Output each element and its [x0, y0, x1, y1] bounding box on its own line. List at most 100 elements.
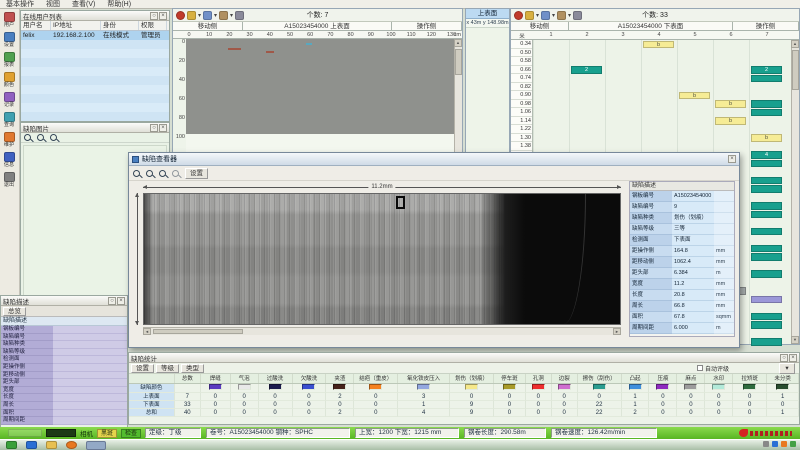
- defect-cell[interactable]: b: [679, 92, 710, 100]
- defect-cell[interactable]: [751, 160, 782, 168]
- zoom-icon[interactable]: [37, 134, 44, 141]
- viewer-horizontal-scrollbar[interactable]: ◄ ►: [143, 327, 621, 335]
- scrollbar-thumb[interactable]: [792, 50, 799, 90]
- checkbox-icon[interactable]: [697, 365, 703, 371]
- property-row[interactable]: 距操作侧164.8mm: [630, 246, 734, 257]
- zoom-icon[interactable]: [24, 134, 31, 141]
- tab-overview[interactable]: 总览: [3, 307, 26, 316]
- property-row[interactable]: 距移动侧1062.4mm: [630, 257, 734, 268]
- defect-cell[interactable]: 4: [751, 151, 782, 159]
- defect-mark[interactable]: [266, 51, 274, 53]
- close-icon[interactable]: ×: [159, 12, 167, 20]
- auto-grade-checkbox[interactable]: 自动评级: [697, 364, 729, 373]
- taskbar-browser-icon[interactable]: [26, 441, 37, 449]
- defect-cell[interactable]: [751, 100, 782, 108]
- toolbar-item[interactable]: 查询: [3, 112, 15, 129]
- defect-cell[interactable]: 2: [571, 66, 602, 74]
- tray-icon[interactable]: [772, 441, 778, 447]
- defect-cell[interactable]: b: [751, 134, 782, 142]
- defect-cell[interactable]: [751, 202, 782, 210]
- toolbar-item[interactable]: 颜色: [3, 72, 15, 89]
- pin-icon[interactable]: ○: [780, 354, 788, 362]
- defect-cell[interactable]: [751, 338, 782, 346]
- property-label: 周期间距: [630, 323, 672, 334]
- menu-item[interactable]: 查看(V): [66, 0, 101, 9]
- defect-mark[interactable]: [228, 48, 241, 50]
- defect-cell[interactable]: [751, 228, 782, 236]
- user-row[interactable]: felix192.168.2.100在线模式管理员: [21, 31, 169, 40]
- toolbar-item[interactable]: 信息: [3, 152, 15, 169]
- property-row[interactable]: 检测面下表面: [630, 235, 734, 246]
- pin-icon[interactable]: ○: [108, 297, 116, 305]
- zoom-icon[interactable]: [50, 134, 57, 141]
- defect-cell[interactable]: [751, 177, 782, 185]
- stats-tab-等级[interactable]: 等级: [156, 364, 179, 373]
- zoom-reset-icon[interactable]: [172, 170, 179, 177]
- pin-icon[interactable]: ○: [150, 12, 158, 20]
- property-row[interactable]: 缺陷种类划伤（划痕）: [630, 213, 734, 224]
- taskbar-active-app[interactable]: [86, 441, 106, 450]
- property-row[interactable]: 距头部6.384m: [630, 268, 734, 279]
- scrollbar-thumb[interactable]: [153, 329, 243, 334]
- toolbar-item[interactable]: 用户: [3, 12, 15, 29]
- close-icon[interactable]: ×: [159, 124, 167, 132]
- close-icon[interactable]: ×: [117, 297, 125, 305]
- property-row[interactable]: 缺陷编号9: [630, 202, 734, 213]
- property-row[interactable]: 宽度11.2mm: [630, 279, 734, 290]
- defect-mark[interactable]: [306, 43, 312, 45]
- tray-icon[interactable]: [763, 441, 769, 447]
- defect-cell[interactable]: [751, 253, 782, 261]
- toolbar-item[interactable]: 记录: [3, 92, 15, 109]
- menu-item[interactable]: 帮助(H): [101, 0, 137, 9]
- viewer-title-bar[interactable]: 缺陷查看器 ×: [129, 153, 739, 166]
- scrollbar-thumb[interactable]: [455, 49, 462, 75]
- scroll-down-icon[interactable]: ▼: [791, 336, 799, 344]
- scroll-up-icon[interactable]: ▲: [791, 40, 799, 48]
- stats-tab-设置[interactable]: 设置: [131, 364, 154, 373]
- toolbar-item[interactable]: 报表: [3, 52, 15, 69]
- defect-cell[interactable]: b: [643, 41, 674, 49]
- taskbar-folder-icon[interactable]: [46, 441, 57, 449]
- zoom-in-icon[interactable]: [146, 170, 153, 177]
- menu-item[interactable]: 基本操作: [0, 0, 40, 9]
- defect-cell[interactable]: [751, 321, 782, 329]
- stats-value: 0: [526, 401, 552, 409]
- defect-cell[interactable]: [751, 109, 782, 117]
- menu-item[interactable]: 视图: [40, 0, 66, 9]
- defect-cell[interactable]: [751, 211, 782, 219]
- property-row[interactable]: 周长66.8mm: [630, 301, 734, 312]
- defect-photo[interactable]: [143, 193, 621, 325]
- defect-cell[interactable]: [751, 313, 782, 321]
- property-row[interactable]: 面积67.8sqmm: [630, 312, 734, 323]
- zoom-select-icon[interactable]: [133, 170, 140, 177]
- tray-icon[interactable]: [790, 441, 796, 447]
- taskbar-shield-icon[interactable]: [6, 441, 17, 449]
- dropdown-button[interactable]: ▾: [779, 363, 795, 374]
- defect-cell[interactable]: [751, 270, 782, 278]
- property-row[interactable]: 钢板编号A15023454000: [630, 191, 734, 202]
- defect-cell[interactable]: b: [715, 100, 746, 108]
- close-icon[interactable]: ×: [728, 155, 736, 163]
- toolbar-item[interactable]: 退出: [3, 172, 15, 189]
- vertical-scrollbar[interactable]: ▲ ▼: [791, 40, 799, 344]
- stats-tab-类型[interactable]: 类型: [181, 364, 204, 373]
- property-row[interactable]: 周期间距6.000m: [630, 323, 734, 334]
- toolbar-item[interactable]: 设置: [3, 32, 15, 49]
- settings-button[interactable]: 设置: [185, 168, 208, 179]
- scroll-up-icon[interactable]: ▲: [454, 39, 462, 47]
- close-icon[interactable]: ×: [789, 354, 797, 362]
- property-row[interactable]: 长度20.8mm: [630, 290, 734, 301]
- defect-cell[interactable]: [751, 75, 782, 83]
- tray-icon[interactable]: [781, 441, 787, 447]
- property-row[interactable]: 缺陷等级三等: [630, 224, 734, 235]
- defect-cell[interactable]: [751, 245, 782, 253]
- zoom-out-icon[interactable]: [159, 170, 166, 177]
- defect-cell[interactable]: 2: [751, 66, 782, 74]
- toolbar-item[interactable]: 维护: [3, 132, 15, 149]
- defect-cell[interactable]: b: [715, 117, 746, 125]
- pin-icon[interactable]: ○: [150, 124, 158, 132]
- property-unit: m: [714, 268, 734, 279]
- defect-cell[interactable]: [751, 296, 782, 304]
- taskbar-app-icon[interactable]: [66, 441, 77, 449]
- defect-cell[interactable]: [751, 185, 782, 193]
